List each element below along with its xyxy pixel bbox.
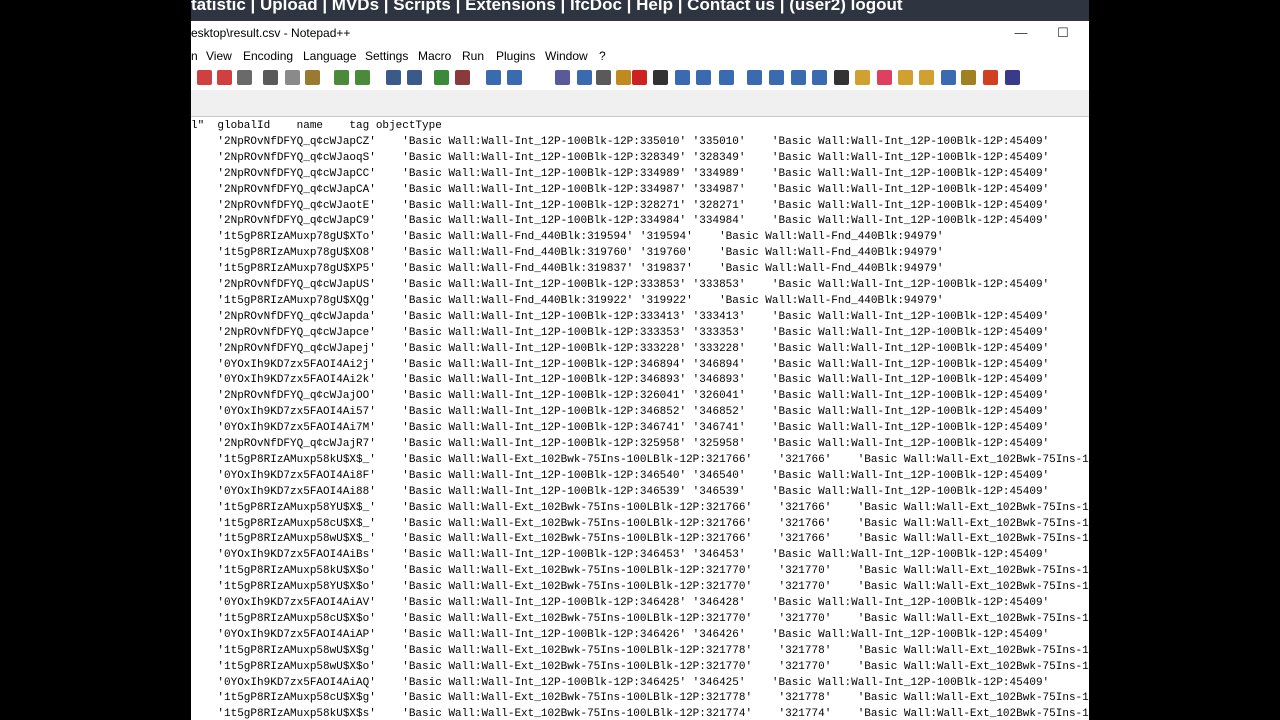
editor-line[interactable]: '0YOxIh9KD7zx5FAOI4Ai57' 'Basic Wall:Wal… [191,404,1049,420]
copy-icon[interactable] [285,70,300,85]
paste-icon[interactable] [305,70,320,85]
editor-line[interactable]: '1t5gP8RIzAMuxp58cU$X$o' 'Basic Wall:Wal… [191,611,1089,627]
notepadpp-window: tatistic | Upload | MVDs | Scripts | Ext… [191,0,1089,720]
menu-run[interactable]: Run [462,49,484,63]
editor-line[interactable]: '0YOxIh9KD7zx5FAOI4AiAV' 'Basic Wall:Wal… [191,595,1049,611]
spell-check-icon[interactable] [941,70,956,85]
editor-line[interactable]: '0YOxIh9KD7zx5FAOI4AiAP' 'Basic Wall:Wal… [191,627,1049,643]
stop-record-icon[interactable] [653,70,668,85]
tab-bar [191,90,1089,117]
editor-line[interactable]: '0YOxIh9KD7zx5FAOI4Ai2k' 'Basic Wall:Wal… [191,372,1049,388]
editor-line[interactable]: '2NpROvNfDFYQ_q¢cWJapC9' 'Basic Wall:Wal… [191,213,1049,229]
zoom-out-icon[interactable] [455,70,470,85]
editor-line[interactable]: '1t5gP8RIzAMuxp58YU$X$_' 'Basic Wall:Wal… [191,500,1089,516]
editor-line[interactable]: '1t5gP8RIzAMuxp58YU$X$o' 'Basic Wall:Wal… [191,579,1089,595]
move-down-icon[interactable] [812,70,827,85]
editor-line[interactable]: '0YOxIh9KD7zx5FAOI4Ai88' 'Basic Wall:Wal… [191,484,1049,500]
editor-line[interactable]: '2NpROvNfDFYQ_q¢cWJapUS' 'Basic Wall:Wal… [191,277,1049,293]
save-macro-icon[interactable] [719,70,734,85]
dropdown-icon[interactable] [834,70,849,85]
editor-line[interactable]: '2NpROvNfDFYQ_q¢cWJaotE' 'Basic Wall:Wal… [191,198,1049,214]
title-bar: esktop\result.csv - Notepad++ — ☐ [191,21,1089,45]
run-macro-multiple-icon[interactable] [696,70,711,85]
undo-icon[interactable] [334,70,349,85]
play-macro-icon[interactable] [675,70,690,85]
cut-icon[interactable] [263,70,278,85]
sync-h-icon[interactable] [507,70,522,85]
editor-line[interactable]: '1t5gP8RIzAMuxp78gU$XQg' 'Basic Wall:Wal… [191,293,943,309]
menu-plugins[interactable]: Plugins [496,49,535,63]
menu-window[interactable]: Window [545,49,588,63]
indent-guide-icon[interactable] [596,70,611,85]
menu-encoding[interactable]: Encoding [243,49,293,63]
word-wrap-icon[interactable] [555,70,570,85]
editor-line[interactable]: '0YOxIh9KD7zx5FAOI4Ai7M' 'Basic Wall:Wal… [191,420,1049,436]
move-up-icon[interactable] [747,70,762,85]
close-icon[interactable] [217,70,232,85]
minimize-button[interactable]: — [1009,24,1033,42]
editor-line[interactable]: '2NpROvNfDFYQ_q¢cWJapCC' 'Basic Wall:Wal… [191,166,1049,182]
text-editor[interactable]: l" globalId name tag objectType '2NpROvN… [191,117,1089,720]
editor-line[interactable]: '1t5gP8RIzAMuxp58kU$X$o' 'Basic Wall:Wal… [191,563,1089,579]
record-macro-icon[interactable] [632,70,647,85]
replace-icon[interactable] [407,70,422,85]
menu-settings[interactable]: Settings [365,49,408,63]
editor-line[interactable]: '2NpROvNfDFYQ_q¢cWJapda' 'Basic Wall:Wal… [191,309,1049,325]
doc-map-icon[interactable] [616,70,631,85]
print-icon[interactable] [237,70,252,85]
explorer-icon[interactable] [919,70,934,85]
editor-line[interactable]: '2NpROvNfDFYQ_q¢cWJajOO' 'Basic Wall:Wal… [191,388,1049,404]
favorite-icon[interactable] [877,70,892,85]
editor-line[interactable]: l" globalId name tag objectType [191,118,442,134]
all-chars-icon[interactable] [577,70,592,85]
redo-icon[interactable] [355,70,370,85]
find-icon[interactable] [386,70,401,85]
editor-line[interactable]: '1t5gP8RIzAMuxp58kU$X$_' 'Basic Wall:Wal… [191,452,1089,468]
menu-language[interactable]: Language [303,49,356,63]
file-browser-icon[interactable] [983,70,998,85]
editor-line[interactable]: '2NpROvNfDFYQ_q¢cWJapCA' 'Basic Wall:Wal… [191,182,1049,198]
window-title: esktop\result.csv - Notepad++ [191,26,351,40]
close-all-icon[interactable] [197,70,212,85]
prev-icon[interactable] [769,70,784,85]
editor-line[interactable]: '0YOxIh9KD7zx5FAOI4Ai2j' 'Basic Wall:Wal… [191,357,1049,373]
menu-help[interactable]: ? [599,49,606,63]
spell-icon[interactable] [1005,70,1020,85]
editor-line[interactable]: '1t5gP8RIzAMuxp58cU$X$g' 'Basic Wall:Wal… [191,690,1089,706]
menu-bar: n View Encoding Language Settings Macro … [191,46,1089,66]
editor-line[interactable]: '2NpROvNfDFYQ_q¢cWJaoqS' 'Basic Wall:Wal… [191,150,1049,166]
background-website-nav: tatistic | Upload | MVDs | Scripts | Ext… [191,0,1089,21]
maximize-button[interactable]: ☐ [1051,24,1075,42]
editor-line[interactable]: '1t5gP8RIzAMuxp78gU$XTo' 'Basic Wall:Wal… [191,229,943,245]
editor-line[interactable]: '0YOxIh9KD7zx5FAOI4AiAQ' 'Basic Wall:Wal… [191,675,1049,691]
editor-line[interactable]: '1t5gP8RIzAMuxp58kU$X$s' 'Basic Wall:Wal… [191,706,1089,720]
folder-icon[interactable] [898,70,913,85]
editor-line[interactable]: '1t5gP8RIzAMuxp58cU$X$_' 'Basic Wall:Wal… [191,516,1089,532]
editor-line[interactable]: '2NpROvNfDFYQ_q¢cWJapCZ' 'Basic Wall:Wal… [191,134,1049,150]
zoom-in-icon[interactable] [434,70,449,85]
toolbar [191,66,1089,90]
menu-macro[interactable]: Macro [418,49,451,63]
editor-line[interactable]: '0YOxIh9KD7zx5FAOI4Ai8F' 'Basic Wall:Wal… [191,468,1049,484]
editor-line[interactable]: '0YOxIh9KD7zx5FAOI4AiBs' 'Basic Wall:Wal… [191,547,1049,563]
editor-line[interactable]: '1t5gP8RIzAMuxp58wU$X$o' 'Basic Wall:Wal… [191,659,1089,675]
next-icon[interactable] [791,70,806,85]
editor-line[interactable]: '1t5gP8RIzAMuxp58wU$X$g' 'Basic Wall:Wal… [191,643,1089,659]
menu-view[interactable]: View [206,49,232,63]
editor-line[interactable]: '1t5gP8RIzAMuxp78gU$XO8' 'Basic Wall:Wal… [191,245,943,261]
function-list-icon[interactable] [961,70,976,85]
editor-line[interactable]: '1t5gP8RIzAMuxp78gU$XP5' 'Basic Wall:Wal… [191,261,943,277]
editor-line[interactable]: '2NpROvNfDFYQ_q¢cWJajR7' 'Basic Wall:Wal… [191,436,1049,452]
compare-icon[interactable] [855,70,870,85]
sync-v-icon[interactable] [486,70,501,85]
editor-line[interactable]: '2NpROvNfDFYQ_q¢cWJapce' 'Basic Wall:Wal… [191,325,1049,341]
editor-line[interactable]: '1t5gP8RIzAMuxp58wU$X$_' 'Basic Wall:Wal… [191,531,1089,547]
website-nav-text: tatistic | Upload | MVDs | Scripts | Ext… [191,0,903,14]
editor-line[interactable]: '2NpROvNfDFYQ_q¢cWJapej' 'Basic Wall:Wal… [191,341,1049,357]
menu-file[interactable]: n [191,49,198,63]
